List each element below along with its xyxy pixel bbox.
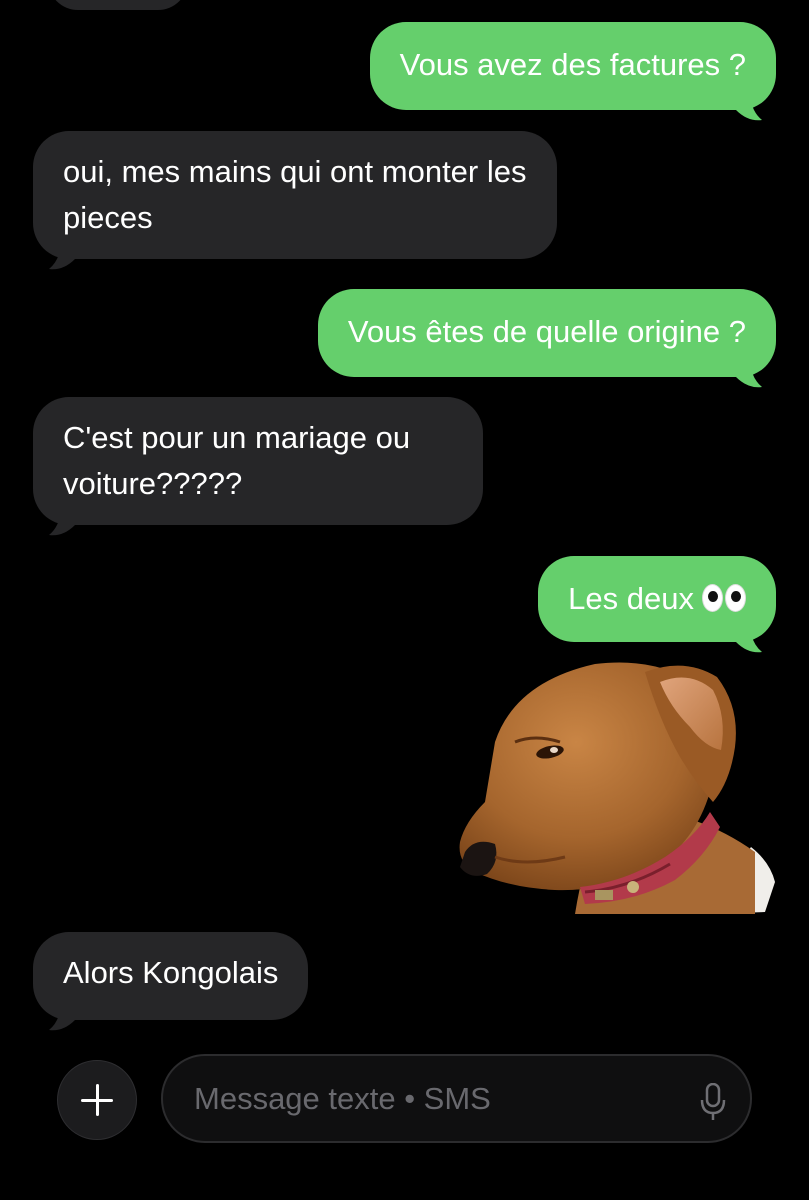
message-outgoing-2[interactable]: Vous êtes de quelle origine ? [317, 289, 776, 388]
message-text: Vous êtes de quelle origine ? [347, 314, 746, 349]
dog-sticker[interactable] [455, 652, 777, 914]
message-composer: Message texte • SMS [0, 1040, 809, 1160]
eyes-emoji-icon [702, 583, 746, 612]
message-outgoing-1[interactable]: Vous avez des factures ? [369, 22, 776, 121]
bubble-tail [49, 1006, 75, 1031]
message-incoming-2[interactable]: C'est pour un mariage ou voiture????? [33, 397, 483, 536]
add-attachment-button[interactable] [57, 1060, 137, 1140]
message-text: C'est pour un mariage ou voiture????? [63, 420, 411, 501]
bubble-tail [736, 363, 762, 388]
previous-message-bubble-edge [48, 0, 188, 10]
message-input[interactable]: Message texte • SMS [161, 1054, 752, 1143]
message-text: Alors Kongolais [63, 955, 279, 990]
message-incoming-3[interactable]: Alors Kongolais [33, 932, 309, 1031]
message-text: oui, mes mains qui ont monter les pieces [63, 154, 527, 235]
message-incoming-1[interactable]: oui, mes mains qui ont monter les pieces [33, 131, 557, 270]
bubble-tail [736, 628, 762, 653]
message-text: Les deux [568, 581, 694, 616]
message-outgoing-3[interactable]: Les deux [538, 556, 776, 653]
message-input-placeholder: Message texte • SMS [194, 1081, 491, 1116]
message-text: Vous avez des factures ? [399, 47, 746, 82]
microphone-icon[interactable] [700, 1083, 726, 1121]
bubble-tail [49, 245, 75, 270]
bubble-tail [49, 511, 75, 536]
bubble-tail [736, 96, 762, 121]
